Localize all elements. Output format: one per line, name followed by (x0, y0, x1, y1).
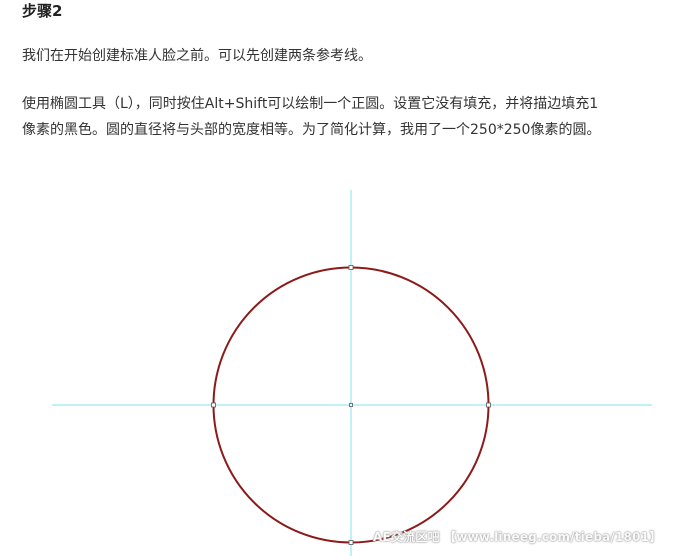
anchor-point-top (348, 265, 354, 270)
anchor-point-bottom (348, 540, 354, 545)
watermark: AE交流区吧 【www.lineeg.com/tieba/1801】 (373, 530, 662, 544)
anchor-point-right (486, 402, 491, 408)
reference-circle-illustration (52, 190, 652, 556)
anchor-point-center (349, 403, 353, 407)
anchor-point-left (211, 402, 216, 408)
